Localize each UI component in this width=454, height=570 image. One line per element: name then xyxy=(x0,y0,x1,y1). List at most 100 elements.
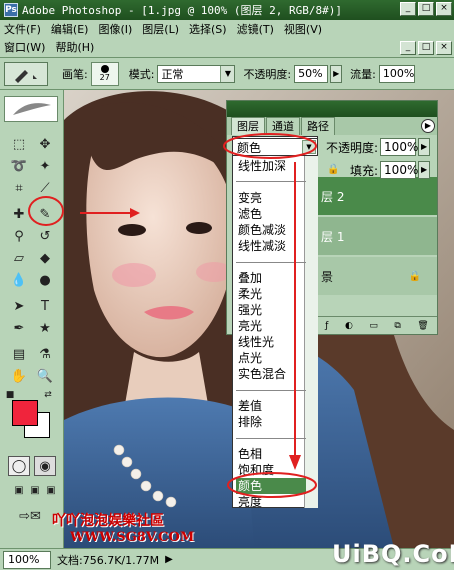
lock-icon: 🔒 xyxy=(408,270,421,282)
new-layer-icon[interactable]: ⧉ xyxy=(394,321,400,331)
toolbox-logo[interactable] xyxy=(4,96,58,122)
layer-row-1[interactable]: 层 1 xyxy=(317,217,437,255)
marquee-tool-icon[interactable]: ⬚ xyxy=(8,134,30,154)
layer-fill-slider[interactable]: ▶ xyxy=(418,161,431,179)
eyedropper-icon[interactable]: ⚗ xyxy=(34,344,56,364)
notes-tool-icon[interactable]: ▤ xyxy=(8,344,30,364)
crop-tool-icon[interactable]: ⌗ xyxy=(8,178,30,198)
blend-option[interactable]: 颜色减淡 xyxy=(236,222,306,238)
blend-option-selected[interactable]: 颜色 xyxy=(236,478,306,494)
pen-tool-icon[interactable]: ✒ xyxy=(8,318,30,338)
blend-option[interactable]: 柔光 xyxy=(236,286,306,302)
menu-file[interactable]: 文件(F) xyxy=(4,21,41,37)
lasso-tool-icon[interactable]: ➰ xyxy=(8,156,30,176)
tool-preset-picker[interactable] xyxy=(4,61,48,86)
blend-option[interactable]: 滤色 xyxy=(236,206,306,222)
layer-opacity-slider[interactable]: ▶ xyxy=(418,138,431,156)
blend-option[interactable]: 叠加 xyxy=(236,270,306,286)
panel-menu-icon[interactable]: ▶ xyxy=(421,119,435,133)
layer-opacity-label: 不透明度: xyxy=(326,140,379,155)
chevron-down-icon: ▼ xyxy=(220,65,235,82)
layer-name: 层 1 xyxy=(321,229,345,244)
doc-close-button[interactable]: × xyxy=(436,41,452,55)
blend-mode-select[interactable]: 颜色 ▼ xyxy=(232,138,318,156)
path-select-icon[interactable]: ➤ xyxy=(8,296,30,316)
chevron-down-icon: ▼ xyxy=(302,140,316,154)
status-menu-icon[interactable]: ▶ xyxy=(165,554,173,565)
magic-wand-icon[interactable]: ✦ xyxy=(34,156,56,176)
slice-tool-icon[interactable]: ⟋ xyxy=(34,178,56,198)
blend-option[interactable]: 线性光 xyxy=(236,334,306,350)
hand-tool-icon[interactable]: ✋ xyxy=(8,366,30,386)
blend-option[interactable]: 线性减淡 xyxy=(236,238,306,254)
blend-option[interactable]: 差值 xyxy=(236,398,306,414)
maximize-button[interactable]: □ xyxy=(418,2,434,16)
dodge-tool-icon[interactable]: ● xyxy=(34,270,56,290)
brush-tool-icon[interactable]: ✎ xyxy=(34,204,56,224)
blend-option[interactable]: 亮度 xyxy=(236,494,306,510)
layer-fill-control: 填充: 100% ▶ xyxy=(350,161,431,179)
imageready-jump-icon[interactable]: ⇨✉ xyxy=(8,506,52,526)
mode-select[interactable]: 正常 ▼ xyxy=(157,64,236,83)
type-tool-icon[interactable]: T xyxy=(34,296,56,316)
menu-separator xyxy=(236,390,306,391)
layers-panel-header[interactable] xyxy=(227,101,437,117)
tab-channels[interactable]: 通道 xyxy=(266,117,300,135)
doc-maximize-button[interactable]: □ xyxy=(418,41,434,55)
layer-style-icon[interactable]: ƒ xyxy=(325,321,328,331)
doc-minimize-button[interactable]: _ xyxy=(400,41,416,55)
zoom-input[interactable]: 100% xyxy=(3,550,51,569)
layer-opacity-input[interactable]: 100% xyxy=(380,138,418,156)
standard-mode-icon[interactable]: ◯ xyxy=(8,456,30,476)
healing-brush-icon[interactable]: ✚ xyxy=(8,204,30,224)
eraser-icon[interactable]: ▱ xyxy=(8,248,30,268)
menu-view[interactable]: 视图(V) xyxy=(284,21,322,37)
blur-tool-icon[interactable]: 💧 xyxy=(8,270,30,290)
custom-shape-icon[interactable]: ★ xyxy=(34,318,56,338)
blend-option[interactable]: 强光 xyxy=(236,302,306,318)
blend-option[interactable]: 线性加深 xyxy=(236,158,306,174)
layer-fill-input[interactable]: 100% xyxy=(380,161,418,179)
swap-colors-icon[interactable]: ⇄ xyxy=(42,390,54,400)
layer-row-2[interactable]: 层 2 xyxy=(317,177,437,215)
move-tool-icon[interactable]: ✥ xyxy=(34,134,56,154)
layer-fill-label: 填充: xyxy=(350,163,379,178)
flow-input[interactable]: 100% xyxy=(378,64,415,83)
blend-option[interactable]: 排除 xyxy=(236,414,306,430)
close-button[interactable]: × xyxy=(436,2,452,16)
tab-paths[interactable]: 路径 xyxy=(301,117,335,135)
new-group-icon[interactable]: ▭ xyxy=(369,321,378,331)
history-brush-icon[interactable]: ↺ xyxy=(34,226,56,246)
url-watermark: WWW.SG8V.COM xyxy=(70,530,195,545)
default-colors-icon[interactable]: ■ xyxy=(4,390,16,400)
blend-option[interactable]: 饱和度 xyxy=(236,462,306,478)
lock-pixels-icon[interactable]: 🔒 xyxy=(327,164,339,175)
blend-option[interactable]: 实色混合 xyxy=(236,366,306,382)
menu-filter[interactable]: 滤镜(T) xyxy=(237,21,274,37)
dropdown-scrollbar[interactable] xyxy=(304,156,318,508)
opacity-input[interactable]: 50% xyxy=(294,64,329,83)
adjustment-layer-icon[interactable]: ◐ xyxy=(345,321,353,331)
menu-edit[interactable]: 编辑(E) xyxy=(51,21,89,37)
blend-option[interactable]: 变亮 xyxy=(236,190,306,206)
menu-help[interactable]: 帮助(H) xyxy=(55,39,94,55)
tab-layers[interactable]: 图层 xyxy=(231,117,265,135)
menu-window[interactable]: 窗口(W) xyxy=(4,39,45,55)
brush-preset-picker[interactable]: 27 xyxy=(90,61,119,86)
quick-mask-icon[interactable]: ◉ xyxy=(34,456,56,476)
zoom-tool-icon[interactable]: 🔍 xyxy=(34,366,56,386)
blend-option[interactable]: 亮光 xyxy=(236,318,306,334)
clone-stamp-icon[interactable]: ⚲ xyxy=(8,226,30,246)
trash-icon[interactable]: 🗑 xyxy=(417,321,428,331)
screen-mode-full-icon[interactable]: ▣ xyxy=(40,480,62,500)
blend-option[interactable]: 点光 xyxy=(236,350,306,366)
menu-select[interactable]: 选择(S) xyxy=(189,21,227,37)
minimize-button[interactable]: _ xyxy=(400,2,416,16)
blend-option[interactable]: 色相 xyxy=(236,446,306,462)
menu-image[interactable]: 图像(I) xyxy=(98,21,132,37)
menu-layer[interactable]: 图层(L) xyxy=(142,21,179,37)
opacity-slider-toggle[interactable]: ▶ xyxy=(330,64,343,83)
layer-row-background[interactable]: 景 🔒 xyxy=(317,257,437,295)
paint-bucket-icon[interactable]: ◆ xyxy=(34,248,56,268)
foreground-color[interactable] xyxy=(12,400,38,426)
